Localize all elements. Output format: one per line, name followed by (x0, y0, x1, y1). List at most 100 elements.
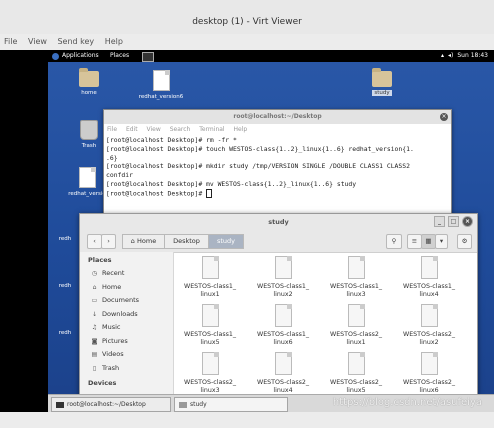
document-icon (347, 256, 365, 279)
guest-display[interactable]: Applications Places ▴ ◂) Sun 18:43 home … (0, 50, 494, 412)
document-icon (152, 70, 170, 91)
file-name-line1: WESTOS-class2_ (402, 379, 456, 386)
trash-icon (80, 120, 98, 140)
desktop-icon-redhat-partial[interactable]: redh (50, 236, 80, 242)
desktop-icon-label: home (81, 90, 97, 96)
file-item[interactable]: WESTOS-class1_ linux5 (177, 302, 243, 348)
places-menu[interactable]: Places (110, 50, 129, 62)
sidebar-item-label: Music (102, 323, 121, 331)
film-icon: ▤ (91, 351, 98, 358)
sidebar-item-videos[interactable]: ▤ Videos (80, 348, 173, 362)
sidebar-item-pictures[interactable]: ◙ Pictures (80, 335, 173, 349)
file-grid[interactable]: WESTOS-class1_ linux1 WESTOS-class1_ linux… (174, 252, 477, 412)
applications-icon (52, 52, 59, 60)
grid-icon: ▦ (425, 237, 432, 245)
search-button[interactable]: ⚲ (386, 234, 402, 249)
sidebar-item-recent[interactable]: ◷ Recent (80, 267, 173, 281)
desktop-icon-redhat-partial[interactable]: redh (50, 330, 80, 336)
view-options-button[interactable]: ▾ (435, 234, 448, 249)
terminal-menu-view[interactable]: View (147, 126, 161, 133)
terminal-launcher-icon[interactable] (142, 52, 154, 62)
maximize-icon[interactable]: □ (448, 216, 459, 227)
forward-button[interactable]: › (101, 234, 116, 249)
menu-view[interactable]: View (28, 37, 47, 46)
breadcrumb-label: Home (137, 237, 157, 245)
breadcrumb-desktop[interactable]: Desktop (164, 234, 209, 249)
document-icon (420, 304, 438, 327)
window-title: desktop (1) - Virt Viewer (0, 0, 494, 35)
file-item[interactable]: WESTOS-class2_ linux4 (250, 350, 316, 396)
desktop-icon-home[interactable]: home (64, 68, 114, 96)
file-item[interactable]: WESTOS-class2_ linux1 (323, 302, 389, 348)
grid-view-button[interactable]: ▦ (421, 234, 436, 249)
document-icon (78, 167, 96, 188)
minimize-icon[interactable]: _ (434, 216, 445, 227)
viewer-bottom-border (0, 412, 494, 428)
terminal-menu-terminal[interactable]: Terminal (199, 126, 224, 133)
desktop-icon-study[interactable]: study (357, 68, 407, 96)
file-item[interactable]: WESTOS-class1_ linux2 (250, 254, 316, 300)
applications-menu[interactable]: Applications (52, 50, 99, 62)
menu-help[interactable]: Help (105, 37, 123, 46)
file-name-line1: WESTOS-class2_ (329, 379, 383, 386)
taskbar-item-label: study (190, 401, 207, 408)
file-item[interactable]: WESTOS-class1_ linux1 (177, 254, 243, 300)
breadcrumb-home[interactable]: ⌂ Home (122, 234, 165, 249)
document-icon (201, 352, 219, 375)
file-name-line2: linux6 (273, 339, 293, 347)
sidebar-item-home[interactable]: ⌂ Home (80, 281, 173, 295)
terminal-icon (56, 401, 64, 408)
file-item[interactable]: WESTOS-class2_ linux2 (396, 302, 462, 348)
folder-icon (372, 68, 392, 87)
file-name-line2: linux2 (419, 339, 439, 347)
terminal-output[interactable]: [root@localhost Desktop]# rm -fr * [root@… (104, 135, 451, 199)
sidebar-item-music[interactable]: ♫ Music (80, 321, 173, 335)
terminal-menu-edit[interactable]: Edit (126, 126, 138, 133)
file-name-line2: linux1 (200, 291, 220, 299)
desktop-icon-label: Trash (81, 143, 97, 149)
menu-send-key[interactable]: Send key (57, 37, 94, 46)
watermark: https://blog.csdn.net/asufeiya (332, 397, 482, 408)
terminal-menu-help[interactable]: Help (234, 126, 248, 133)
terminal-line: [root@localhost Desktop]# touch WESTOS-c… (106, 144, 414, 153)
desktop-icon-label: redh (58, 330, 72, 336)
file-name-line1: WESTOS-class2_ (256, 379, 310, 386)
taskbar-item-study[interactable]: study (174, 397, 288, 412)
close-icon[interactable]: × (440, 113, 448, 121)
sidebar-item-label: Pictures (102, 336, 128, 345)
menu-file[interactable]: File (4, 37, 17, 46)
taskbar-item-terminal[interactable]: root@localhost:~/Desktop (51, 397, 171, 412)
terminal-menu-search[interactable]: Search (170, 126, 191, 133)
file-item[interactable]: WESTOS-class2_ linux3 (177, 350, 243, 396)
chevron-left-icon: ‹ (93, 237, 96, 245)
back-button[interactable]: ‹ (87, 234, 102, 249)
folder-icon (79, 68, 99, 87)
camera-icon: ◙ (91, 337, 98, 345)
sidebar-item-documents[interactable]: ▭ Documents (80, 294, 173, 308)
file-manager-titlebar: study _ □ × (80, 214, 477, 230)
file-name-line2: linux2 (273, 291, 293, 299)
file-item[interactable]: WESTOS-class2_ linux6 (396, 350, 462, 396)
gear-icon: ⚙ (461, 237, 468, 245)
terminal-line: [root@localhost Desktop]# mkdir study /t… (106, 162, 410, 171)
status-area[interactable]: ▴ ◂) Sun 18:43 (441, 50, 488, 62)
chevron-right-icon: › (107, 237, 110, 245)
close-icon[interactable]: × (462, 216, 473, 227)
sidebar-item-label: Recent (102, 269, 125, 277)
terminal-menu-file[interactable]: File (107, 126, 117, 133)
list-view-button[interactable]: ≡ (407, 234, 422, 249)
file-manager-window[interactable]: study _ □ × ‹ › ⌂ Home Desktop study ⚲ ≡… (79, 213, 478, 412)
file-name-line2: linux4 (419, 291, 439, 299)
file-item[interactable]: WESTOS-class2_ linux5 (323, 350, 389, 396)
file-item[interactable]: WESTOS-class1_ linux4 (396, 254, 462, 300)
taskbar-item-label: root@localhost:~/Desktop (67, 401, 146, 408)
file-item[interactable]: WESTOS-class1_ linux3 (323, 254, 389, 300)
document-icon: ▭ (91, 297, 98, 304)
desktop-icon-redhat-partial[interactable]: redh (50, 283, 80, 289)
settings-button[interactable]: ⚙ (457, 234, 472, 249)
sidebar-item-downloads[interactable]: ↓ Downloads (80, 308, 173, 322)
breadcrumb-study[interactable]: study (208, 234, 244, 249)
desktop-icon-redhat-version6[interactable]: redhat_version6 (136, 70, 186, 100)
file-item[interactable]: WESTOS-class1_ linux6 (250, 302, 316, 348)
sidebar-item-trash[interactable]: ▯ Trash (80, 362, 173, 376)
